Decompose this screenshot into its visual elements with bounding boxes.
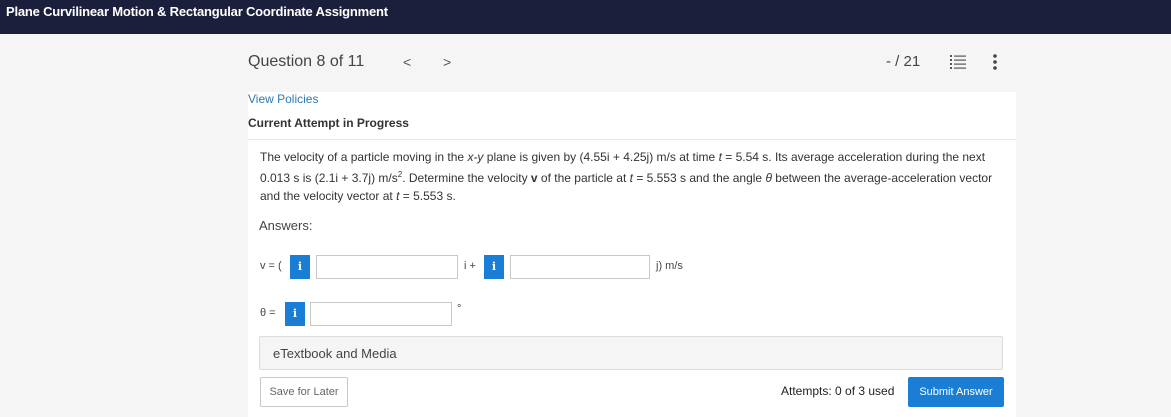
score-display: - / 21	[886, 53, 921, 70]
attempts-counter: Attempts: 0 of 3 used	[781, 384, 895, 398]
title-bar: Plane Curvilinear Motion & Rectangular C…	[0, 0, 1171, 34]
list-icon[interactable]	[950, 54, 966, 70]
info-icon[interactable]: i	[285, 302, 305, 326]
answers-label: Answers:	[259, 218, 313, 233]
next-question-button[interactable]: >	[443, 54, 451, 70]
problem-statement: The velocity of a particle moving in the…	[260, 150, 993, 203]
i-unit-label: i +	[464, 260, 476, 272]
submit-answer-button[interactable]: Submit Answer	[908, 377, 1004, 407]
velocity-j-input[interactable]	[510, 255, 650, 279]
attempt-status: Current Attempt in Progress	[248, 116, 409, 130]
previous-question-button[interactable]: <	[403, 54, 411, 70]
theta-input[interactable]	[310, 302, 452, 326]
divider	[248, 139, 1016, 140]
j-unit-label: j) m/s	[656, 260, 683, 272]
velocity-i-input[interactable]	[316, 255, 458, 279]
info-icon[interactable]: i	[290, 255, 310, 279]
etextbook-label: eTextbook and Media	[273, 346, 397, 361]
degree-label: °	[457, 303, 462, 315]
theta-label: θ =	[260, 307, 276, 319]
more-vertical-icon[interactable]	[992, 53, 998, 71]
velocity-label: v = (	[260, 260, 282, 272]
view-policies-link[interactable]: View Policies	[248, 92, 318, 106]
save-for-later-button[interactable]: Save for Later	[260, 377, 348, 407]
etextbook-media-button[interactable]: eTextbook and Media	[259, 336, 1003, 370]
question-counter: Question 8 of 11	[248, 53, 365, 70]
assignment-title: Plane Curvilinear Motion & Rectangular C…	[6, 4, 388, 19]
info-icon[interactable]: i	[484, 255, 504, 279]
